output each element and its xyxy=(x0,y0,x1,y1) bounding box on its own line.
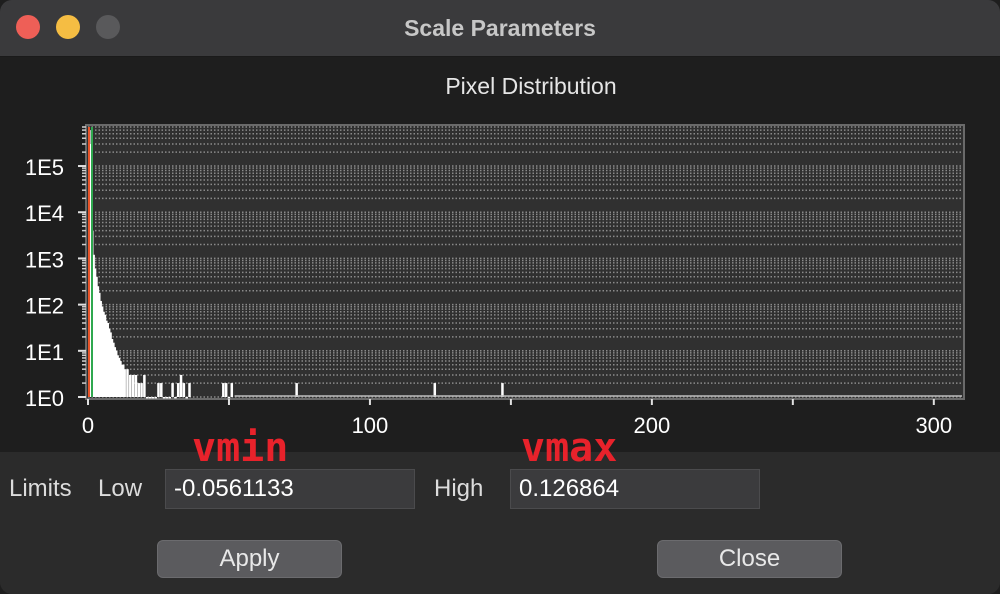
scale-parameters-window: Scale Parameters Pixel Distribution 1E0 1E… xyxy=(0,0,1000,594)
histogram-bar xyxy=(230,383,234,397)
histogram-bar xyxy=(154,397,157,399)
histogram-bar xyxy=(129,374,132,397)
y-tick-label: 1E1 xyxy=(25,340,64,365)
histogram-bar xyxy=(168,397,172,399)
histogram-bar xyxy=(185,397,188,399)
histogram-bar xyxy=(165,397,169,399)
histogram-bar xyxy=(126,369,129,397)
high-limit-input[interactable] xyxy=(510,469,760,509)
histogram-bar xyxy=(501,383,504,397)
x-tick-label: 0 xyxy=(82,413,94,438)
y-tick-label: 1E0 xyxy=(25,386,64,411)
histogram-bar xyxy=(123,369,126,397)
x-tick-label: 200 xyxy=(634,413,671,438)
histogram-panel: Pixel Distribution 1E0 1E1 1E2 1E3 1E4 1E5 0 100… xyxy=(0,57,1000,452)
limits-controls: Limits Low High Apply Close xyxy=(0,452,1000,594)
histogram-bar xyxy=(143,374,146,397)
histogram-bar xyxy=(131,374,135,397)
low-label: Low xyxy=(98,475,143,502)
histogram-bar xyxy=(188,383,191,397)
histogram-bar xyxy=(176,383,180,397)
histogram-bar xyxy=(157,383,160,397)
x-tick-label: 100 xyxy=(352,413,389,438)
histogram-bar xyxy=(433,383,437,397)
chart-title: Pixel Distribution xyxy=(445,73,616,99)
histogram-bar xyxy=(295,383,298,397)
vmin-annotation: vmin xyxy=(192,425,289,471)
histogram-bar xyxy=(174,397,177,399)
y-tick-label: 1E4 xyxy=(25,201,64,226)
histogram-bar xyxy=(162,397,166,399)
low-limit-input[interactable] xyxy=(165,469,415,509)
title-bar[interactable]: Scale Parameters xyxy=(0,0,1000,57)
histogram-bar xyxy=(179,374,183,397)
histogram-bar xyxy=(140,383,143,397)
histogram-bar xyxy=(182,383,186,397)
histogram-bar xyxy=(227,397,231,399)
histogram-bar xyxy=(160,383,163,397)
window-title: Scale Parameters xyxy=(404,15,596,41)
x-tick-label: 300 xyxy=(915,413,952,438)
y-tick-label: 1E5 xyxy=(25,155,64,180)
histogram-bar xyxy=(137,383,141,397)
high-label: High xyxy=(434,475,484,502)
pixel-distribution-chart[interactable]: Pixel Distribution 1E0 1E1 1E2 1E3 1E4 1E5 0 100… xyxy=(0,57,1000,452)
histogram-bar xyxy=(224,383,228,397)
histogram-bar xyxy=(171,383,174,397)
histogram-bar xyxy=(148,397,152,399)
y-tick-label: 1E3 xyxy=(25,247,64,272)
histogram-bar xyxy=(222,383,225,397)
histogram-bar xyxy=(151,397,155,399)
y-axis: 1E0 1E1 1E2 1E3 1E4 1E5 xyxy=(25,126,86,411)
histogram-bar xyxy=(134,374,138,397)
limits-label: Limits xyxy=(9,475,72,502)
histogram-bar xyxy=(145,397,149,399)
vmax-annotation: vmax xyxy=(521,425,618,471)
close-button[interactable]: Close xyxy=(657,540,842,578)
y-tick-label: 1E2 xyxy=(25,294,64,319)
apply-button[interactable]: Apply xyxy=(157,540,342,578)
